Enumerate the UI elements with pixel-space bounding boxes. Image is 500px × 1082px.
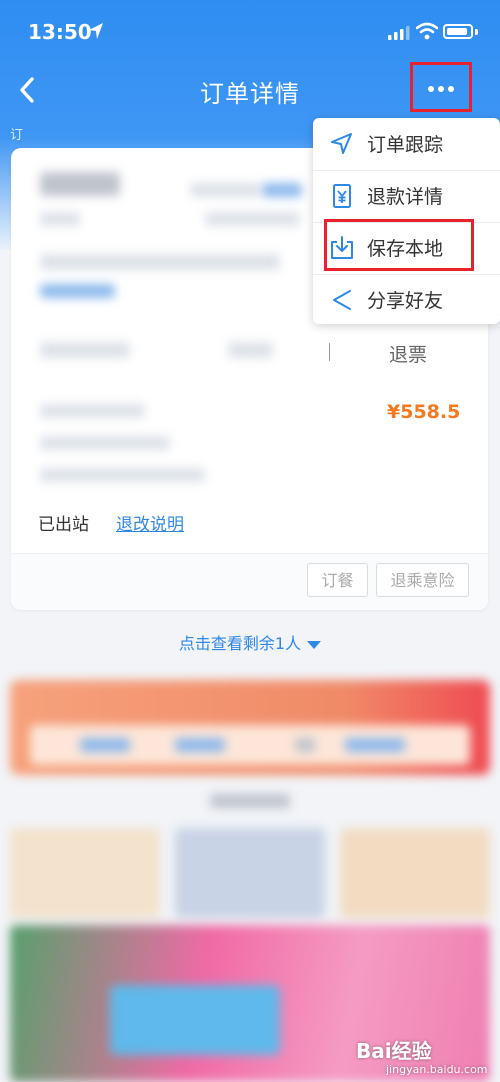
- blurred-text: [345, 738, 405, 752]
- more-dot-icon: [428, 86, 434, 92]
- more-dot-icon: [448, 86, 454, 92]
- view-more-passengers[interactable]: 点击查看剩余1人: [0, 630, 500, 654]
- menu-item-label: 订单跟踪: [367, 134, 444, 156]
- wifi-icon: [416, 22, 438, 40]
- blurred-passenger: [40, 404, 145, 418]
- blurred-text: [40, 254, 280, 270]
- cellular-signal-icon: [388, 26, 410, 40]
- more-dot-icon: [438, 86, 444, 92]
- divider: [11, 553, 488, 554]
- blurred-card-image: [10, 828, 160, 918]
- blurred-text: [295, 738, 315, 752]
- blurred-text: [262, 183, 302, 197]
- location-arrow-icon: [89, 23, 103, 39]
- battery-cap: [475, 29, 478, 35]
- battery-icon: [443, 24, 473, 39]
- share-icon: [333, 290, 351, 310]
- blurred-text: [175, 738, 225, 752]
- menu-item-label: 退款详情: [367, 186, 444, 208]
- blurred-passenger: [40, 436, 170, 450]
- blurred-passenger: [40, 468, 205, 482]
- order-meal-button[interactable]: 订餐: [307, 563, 368, 597]
- order-price: ¥558.5: [387, 401, 461, 423]
- menu-item-order-tracking[interactable]: 订单跟踪: [313, 118, 500, 170]
- divider: [329, 343, 330, 361]
- status-bar: 13:50: [0, 0, 500, 62]
- blurred-button: [228, 342, 273, 358]
- menu-item-refund-details[interactable]: 退款详情: [313, 170, 500, 222]
- blurred-button: [40, 342, 130, 358]
- caret-down-icon: [307, 640, 322, 649]
- blurred-text: [80, 738, 130, 752]
- watermark-url: jingyan.baidu.com: [386, 1063, 488, 1076]
- refund-rules-link[interactable]: 退改说明: [116, 510, 184, 535]
- nav-bar: 订单详情: [0, 62, 500, 118]
- insurance-button[interactable]: 退乘意险: [376, 563, 469, 597]
- yuan-receipt-icon: [333, 184, 351, 208]
- navigation-arrow-icon: [331, 133, 352, 154]
- blurred-link: [40, 284, 115, 298]
- menu-item-share-friends[interactable]: 分享好友: [313, 274, 500, 326]
- blurred-heading: [210, 794, 290, 808]
- blurred-text: [40, 212, 80, 226]
- highlight-box: [324, 219, 474, 271]
- menu-item-label: 分享好友: [367, 290, 444, 312]
- blurred-text: [190, 183, 260, 197]
- watermark-logo: Bai经验: [356, 1039, 432, 1063]
- section-label: 订: [10, 128, 24, 143]
- blurred-text: [205, 212, 300, 226]
- blurred-ad-graphic: [110, 985, 280, 1055]
- view-more-label: 点击查看剩余1人: [178, 634, 302, 653]
- blurred-card-image: [175, 828, 325, 918]
- status-time: 13:50: [28, 20, 92, 44]
- status-text: 已出站: [38, 515, 89, 535]
- more-menu-button[interactable]: [410, 62, 472, 112]
- refund-button[interactable]: 退票: [389, 340, 427, 367]
- blurred-train-number: [40, 172, 120, 196]
- blurred-card-image: [340, 828, 490, 918]
